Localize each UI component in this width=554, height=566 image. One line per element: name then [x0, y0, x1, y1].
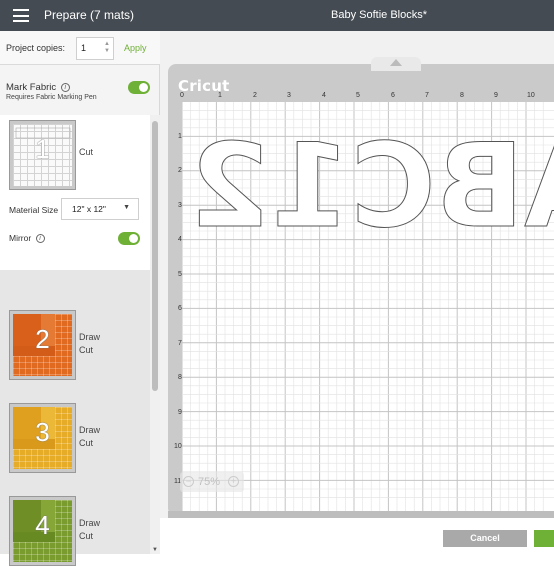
- ruler-y-label: 10: [174, 443, 182, 450]
- mirror-label: Mirror: [9, 233, 32, 243]
- ruler-x-label: 9: [494, 92, 498, 99]
- ruler-x-label: 8: [460, 92, 464, 99]
- zoom-level: 75%: [198, 476, 221, 488]
- ruler-x-label: 4: [322, 92, 326, 99]
- ruler-x-label: 2: [253, 92, 257, 99]
- apply-button[interactable]: Apply: [124, 43, 147, 53]
- material-size-value: 12" x 12": [72, 204, 106, 214]
- ruler-x-label: 0: [180, 92, 184, 99]
- ruler-x-label: 5: [356, 92, 360, 99]
- mat-3-label: Draw Cut: [79, 424, 100, 450]
- mat-1-line-1: Cut: [79, 147, 94, 157]
- ruler-vertical: 1 2 3 4 5 6 7 8 9 10 11: [172, 102, 182, 511]
- mirrored-design-group: ABC123: [182, 119, 554, 243]
- project-title: Baby Softie Blocks*: [331, 9, 427, 21]
- mat-list: 1 Cut Material Size 12" x 12" ▼ Mirror i: [0, 115, 150, 566]
- mat-2-line-2: Cut: [79, 345, 94, 355]
- top-bar: Prepare (7 mats) Baby Softie Blocks*: [0, 0, 554, 31]
- project-copies-value: 1: [81, 43, 87, 53]
- mat-number-1: 1: [35, 134, 50, 164]
- mat-4-label: Draw Cut: [79, 517, 100, 543]
- mat-1-label: Cut: [79, 146, 93, 159]
- project-copies-input[interactable]: 1 ▲ ▼: [76, 37, 114, 60]
- material-size-label: Material Size: [9, 205, 59, 215]
- prepare-title: Prepare (7 mats): [44, 8, 135, 22]
- mat-arrow-icon: [390, 59, 402, 66]
- mark-fabric-toggle[interactable]: [128, 81, 150, 94]
- mat-2-label: Draw Cut: [79, 331, 100, 357]
- caret-down-icon: ▼: [123, 204, 130, 211]
- mat-card-1[interactable]: 1 Cut Material Size 12" x 12" ▼ Mirror i: [0, 115, 150, 270]
- ruler-x-label: 3: [287, 92, 291, 99]
- cancel-button[interactable]: Cancel: [443, 530, 527, 547]
- ruler-horizontal: 0 1 2 3 4 5 6 7 8 9 10: [180, 92, 554, 102]
- zoom-in-icon[interactable]: +: [228, 476, 239, 487]
- mat-3-line-2: Cut: [79, 438, 94, 448]
- mat-thumbnail-4[interactable]: 4: [9, 496, 76, 566]
- mat-thumbnail-2[interactable]: 2: [9, 310, 76, 380]
- left-panel: Project copies: 1 ▲ ▼ Apply Mark Fabric …: [0, 31, 160, 566]
- mat-2-line-1: Draw: [79, 332, 101, 342]
- canvas-horizontal-scrollbar[interactable]: [168, 511, 554, 518]
- requires-pen-label: Requires Fabric Marking Pen: [6, 94, 97, 101]
- ruler-x-label: 10: [527, 92, 535, 99]
- zoom-out-icon[interactable]: −: [183, 476, 194, 487]
- mirror-info-icon[interactable]: i: [35, 234, 45, 243]
- canvas-area: Cricut 0 1 2 3 4 5 6 7 8 9 10 1 2 3 4 5 …: [160, 31, 554, 554]
- mirrored-design[interactable]: ABC123: [182, 102, 554, 243]
- material-size-select[interactable]: 12" x 12" ▼: [61, 198, 139, 220]
- mat-number-4: 4: [35, 510, 50, 540]
- copies-stepper[interactable]: ▲ ▼: [104, 41, 110, 55]
- mat-number-2: 2: [35, 324, 50, 354]
- ruler-x-label: 1: [218, 92, 222, 99]
- stepper-down-icon[interactable]: ▼: [104, 48, 110, 55]
- bottom-action-bar: Cancel: [160, 518, 554, 554]
- project-copies-label: Project copies:: [6, 43, 66, 53]
- mark-fabric-label: Mark Fabric: [6, 82, 57, 93]
- stepper-up-icon[interactable]: ▲: [104, 41, 110, 48]
- mirrored-design-text: ABC123: [182, 119, 554, 242]
- scroll-down-arrow-icon[interactable]: ▼: [152, 547, 158, 553]
- project-copies-row: Project copies: 1 ▲ ▼ Apply: [0, 31, 160, 65]
- scrollbar-thumb[interactable]: [152, 121, 158, 391]
- mirror-row: Mirror i: [9, 233, 45, 243]
- mat-number-3: 3: [35, 417, 50, 447]
- mat-4-line-2: Cut: [79, 531, 94, 541]
- mat-3-line-1: Draw: [79, 425, 101, 435]
- mat-thumbnail-3[interactable]: 3: [9, 403, 76, 473]
- info-icon[interactable]: i: [60, 83, 70, 92]
- mark-fabric-row: Mark Fabric i: [6, 82, 70, 93]
- mat-list-scrollbar[interactable]: ▼: [150, 115, 160, 554]
- ruler-x-label: 7: [425, 92, 429, 99]
- zoom-control: − 75% +: [180, 472, 244, 492]
- hamburger-menu-icon[interactable]: [13, 9, 29, 22]
- ruler-x-label: 6: [391, 92, 395, 99]
- mat-4-line-1: Draw: [79, 518, 101, 528]
- mat-thumbnail-1[interactable]: 1: [9, 120, 76, 190]
- continue-button[interactable]: [534, 530, 554, 547]
- mirror-toggle[interactable]: [118, 232, 140, 245]
